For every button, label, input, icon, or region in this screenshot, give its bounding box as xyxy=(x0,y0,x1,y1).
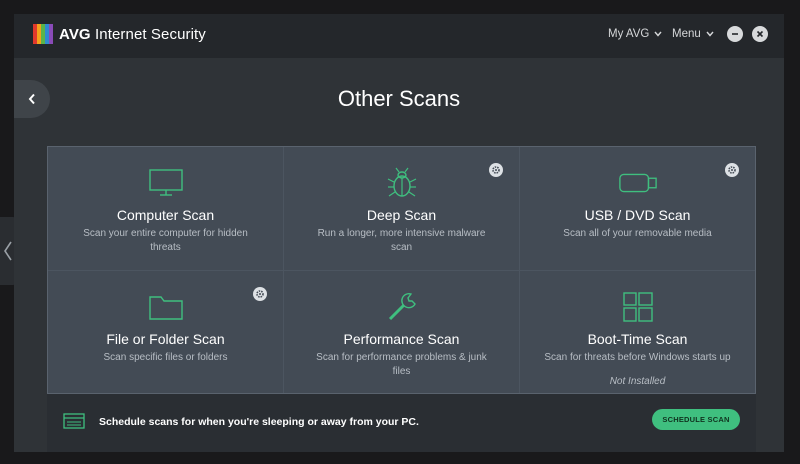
folder-icon xyxy=(146,289,186,325)
minimize-button[interactable] xyxy=(727,26,743,42)
deep-scan-settings-button[interactable] xyxy=(489,163,503,177)
gear-icon xyxy=(256,289,264,298)
tile-description: Run a longer, more intensive malware sca… xyxy=(317,228,486,253)
my-avg-label: My AVG xyxy=(608,28,650,40)
windows-icon xyxy=(618,289,658,325)
calendar-icon xyxy=(63,413,85,429)
avg-logo-icon xyxy=(33,24,53,44)
gear-icon xyxy=(492,166,500,174)
tile-description: Scan your entire computer for hidden thr… xyxy=(83,228,248,253)
scan-options-grid: Computer Scan Scan your entire computer … xyxy=(47,146,756,394)
my-avg-menu[interactable]: My AVG xyxy=(608,28,662,40)
close-icon xyxy=(756,30,764,38)
usb-dvd-scan-tile[interactable]: USB / DVD Scan Scan all of your removabl… xyxy=(520,147,755,270)
schedule-banner: Schedule scans for when you're sleeping … xyxy=(47,394,756,452)
chevron-down-icon xyxy=(654,31,662,37)
tile-title: Boot-Time Scan xyxy=(587,330,688,347)
tile-title: Computer Scan xyxy=(116,207,215,223)
boot-time-scan-tile[interactable]: Boot-Time Scan Scan for threats before W… xyxy=(520,270,755,393)
menu-label: Menu xyxy=(672,28,701,40)
app-window: AVG Internet Security My AVG Menu Other … xyxy=(14,14,784,452)
tile-description: Scan specific files or folders xyxy=(103,351,228,363)
product-name: Internet Security xyxy=(94,26,206,43)
performance-scan-tile[interactable]: Performance Scan Scan for performance pr… xyxy=(284,270,519,393)
tile-title: USB / DVD Scan xyxy=(584,207,691,223)
tile-title: Performance Scan xyxy=(343,330,460,347)
usb-icon xyxy=(618,165,658,201)
minus-icon xyxy=(732,33,738,35)
wrench-icon xyxy=(382,289,422,325)
tile-description: Scan for performance problems & junk fil… xyxy=(316,351,487,377)
install-status: Not Installed xyxy=(609,376,666,387)
deep-scan-tile[interactable]: Deep Scan Run a longer, more intensive m… xyxy=(284,147,519,270)
chevron-left-icon xyxy=(4,241,12,261)
bug-icon xyxy=(382,165,422,201)
page-title: Other Scans xyxy=(337,86,461,111)
usb-scan-settings-button[interactable] xyxy=(725,163,739,177)
gear-icon xyxy=(728,166,736,174)
computer-scan-tile[interactable]: Computer Scan Scan your entire computer … xyxy=(48,147,283,270)
app-title: AVG Internet Security xyxy=(59,26,206,43)
tile-title: File or Folder Scan xyxy=(106,330,225,347)
schedule-message: Schedule scans for when you're sleeping … xyxy=(99,416,419,428)
monitor-icon xyxy=(146,165,186,201)
tile-description: Scan all of your removable media xyxy=(563,228,712,239)
tile-description: Scan for threats before Windows starts u… xyxy=(544,351,731,363)
main-menu[interactable]: Menu xyxy=(672,28,714,40)
title-bar: AVG Internet Security My AVG Menu xyxy=(14,14,784,58)
chevron-down-icon xyxy=(706,31,714,37)
file-folder-scan-tile[interactable]: File or Folder Scan Scan specific files … xyxy=(48,270,283,393)
tile-title: Deep Scan xyxy=(366,207,437,223)
brand-name: AVG xyxy=(59,26,91,43)
close-button[interactable] xyxy=(752,26,768,42)
schedule-scan-button[interactable]: SCHEDULE SCAN xyxy=(652,409,740,430)
folder-scan-settings-button[interactable] xyxy=(253,286,267,301)
